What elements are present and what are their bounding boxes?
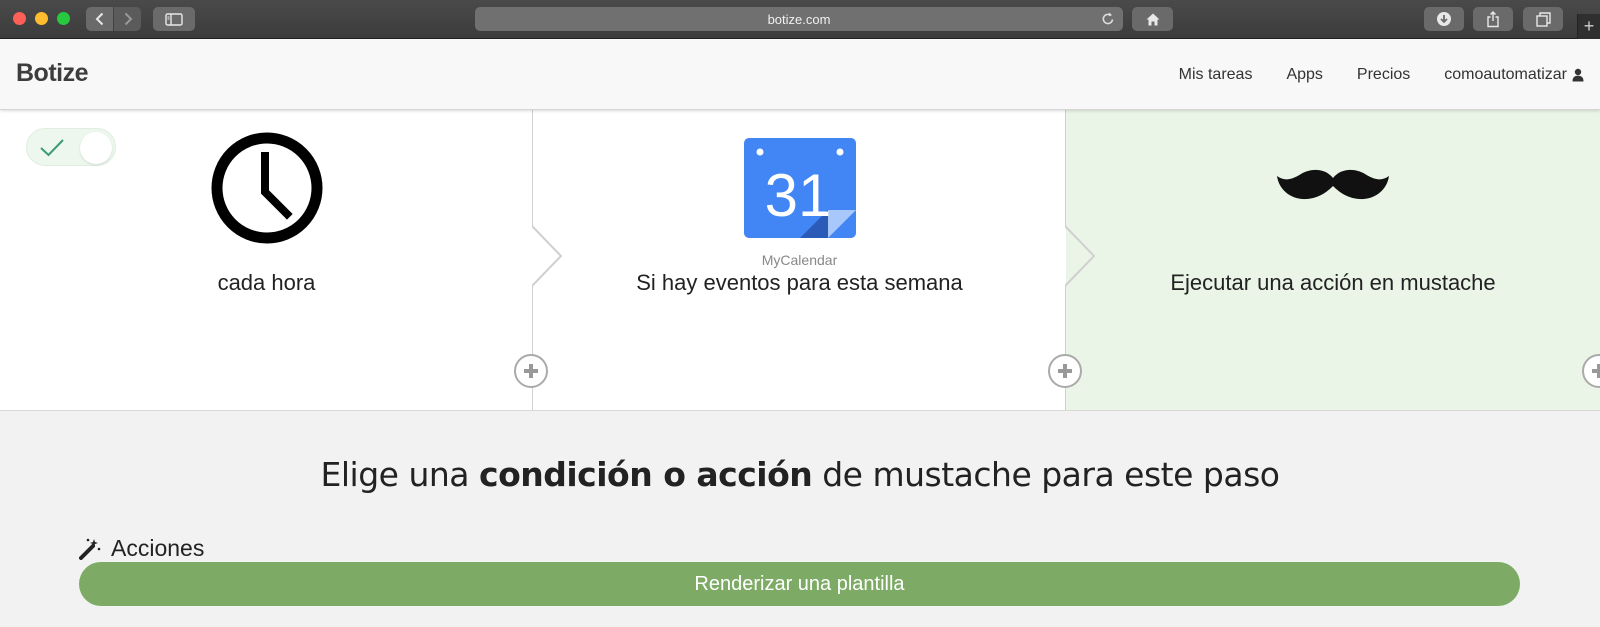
- nav-user-account[interactable]: comoautomatizar: [1444, 66, 1584, 84]
- sidebar-icon: [165, 12, 183, 26]
- user-icon: [1572, 68, 1584, 81]
- task-active-toggle[interactable]: [26, 128, 116, 166]
- new-tab-button[interactable]: +: [1577, 14, 1600, 39]
- sidebar-toggle-button[interactable]: [153, 7, 195, 31]
- nav-apps[interactable]: Apps: [1286, 66, 1322, 84]
- prompt-suffix: de mustache para este paso: [812, 455, 1280, 494]
- tabs-overview-button[interactable]: [1523, 7, 1563, 31]
- step-title: Ejecutar una acción en mustache: [1170, 270, 1496, 295]
- plus-icon: +: [1583, 16, 1595, 36]
- plus-icon: [1592, 364, 1600, 378]
- chevron-right-icon: [124, 12, 132, 26]
- toggle-knob: [80, 132, 112, 164]
- prompt-prefix: Elige una: [320, 455, 480, 494]
- downloads-button[interactable]: [1424, 7, 1464, 31]
- add-step-button[interactable]: [514, 354, 548, 388]
- check-icon: [40, 139, 64, 157]
- step-app-name: MyCalendar: [761, 252, 838, 268]
- step-title: Si hay eventos para esta semana: [636, 270, 963, 295]
- task-steps: cada hora 31 MyCalendar Si hay eventos p…: [0, 110, 1600, 411]
- address-bar[interactable]: botize.com: [475, 7, 1123, 31]
- tabs-overview-icon: [1535, 11, 1551, 27]
- actions-section-label: Acciones: [111, 535, 205, 561]
- prompt-bold: condición o acción: [479, 455, 813, 494]
- action-render-template-button[interactable]: Renderizar una plantilla: [79, 562, 1520, 606]
- site-header: Botize Mis tareas Apps Precios comoautom…: [0, 39, 1600, 110]
- plus-icon: [524, 364, 538, 378]
- user-name: comoautomatizar: [1444, 65, 1567, 83]
- brand-logo[interactable]: Botize: [16, 59, 89, 88]
- nav-precios[interactable]: Precios: [1357, 66, 1410, 84]
- calendar-icon: 31: [743, 138, 856, 238]
- nav-mis-tareas[interactable]: Mis tareas: [1179, 66, 1253, 84]
- mustache-icon: [1277, 169, 1389, 200]
- step-action[interactable]: Ejecutar una acción en mustache: [1066, 110, 1600, 410]
- share-button[interactable]: [1473, 7, 1513, 31]
- choose-prompt: Elige una condición o acción de mustache…: [0, 455, 1600, 494]
- back-button[interactable]: [86, 7, 113, 31]
- share-icon: [1487, 10, 1499, 27]
- action-label: Renderizar una plantilla: [694, 572, 905, 595]
- add-step-button[interactable]: [1048, 354, 1082, 388]
- home-icon: [1146, 13, 1159, 25]
- calendar-day-text: 31: [764, 162, 831, 229]
- chevron-left-icon: [95, 12, 103, 26]
- step-condition[interactable]: 31 MyCalendar Si hay eventos para esta s…: [533, 110, 1066, 410]
- actions-section-header: Acciones: [79, 535, 204, 562]
- url-text: botize.com: [767, 11, 831, 27]
- minimize-window-button[interactable]: [35, 12, 48, 25]
- plus-icon: [1058, 364, 1072, 378]
- forward-button[interactable]: [114, 7, 141, 31]
- home-button[interactable]: [1132, 7, 1173, 31]
- step-title: cada hora: [217, 270, 316, 295]
- step-trigger[interactable]: cada hora: [0, 110, 533, 410]
- maximize-window-button[interactable]: [57, 12, 70, 25]
- main-nav: Mis tareas Apps Precios comoautomatizar: [1145, 39, 1584, 110]
- clock-icon: [211, 132, 322, 244]
- magic-wand-icon: [79, 538, 101, 560]
- reload-button[interactable]: [1101, 11, 1115, 29]
- reload-icon: [1102, 12, 1114, 25]
- browser-toolbar: botize.com +: [0, 0, 1600, 39]
- download-icon: [1437, 12, 1451, 26]
- close-window-button[interactable]: [13, 12, 26, 25]
